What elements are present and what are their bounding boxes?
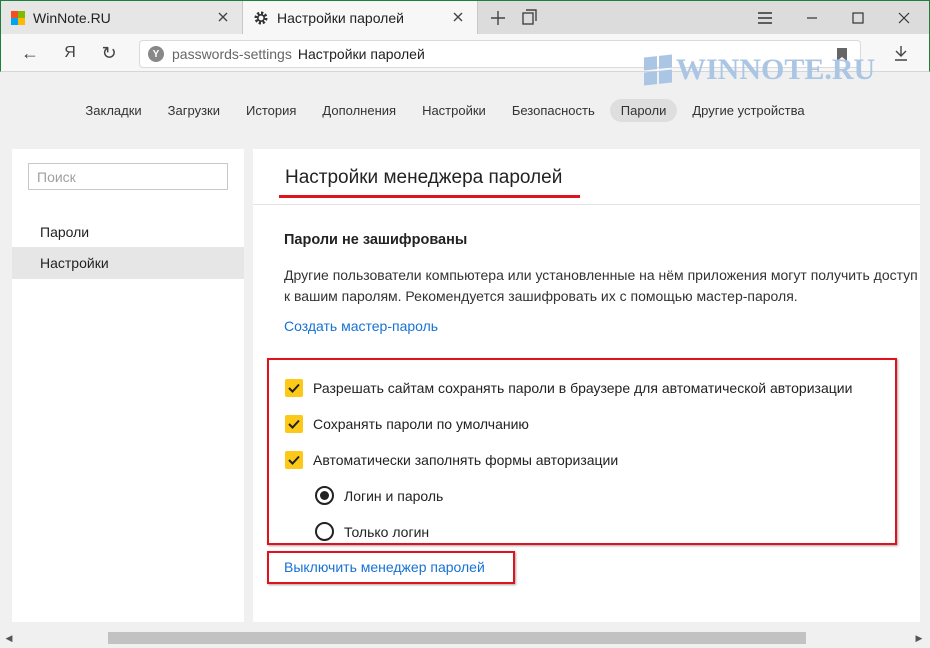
tab-settings[interactable]: Настройки [411,99,497,122]
radio-login-and-password[interactable]: Логин и пароль [315,486,443,505]
yandex-badge-icon: Y [148,46,164,62]
horizontal-scrollbar[interactable]: ◀ ▶ [0,630,930,648]
settings-nav: Закладки Загрузки История Дополнения Нас… [0,72,930,148]
checkbox-label: Сохранять пароли по умолчанию [313,416,529,432]
tab-title: Настройки паролей [277,10,404,26]
checkmark-icon [288,455,300,465]
tab-downloads[interactable]: Загрузки [157,99,231,122]
radio-button[interactable] [315,522,334,541]
windows-logo-icon [11,10,25,25]
close-window-icon[interactable] [881,1,927,34]
sidebar: Пароли Настройки [12,149,244,622]
checkmark-icon [288,383,300,393]
checkmark-icon [288,419,300,429]
scrollbar-thumb[interactable] [108,632,806,644]
radio-button[interactable] [315,486,334,505]
checkbox-autofill-forms[interactable]: Автоматически заполнять формы авторизаци… [285,451,618,469]
page-title: Настройки менеджера паролей [285,167,563,188]
tab-history[interactable]: История [235,99,307,122]
yandex-icon[interactable]: Я [58,41,82,65]
title-highlight-underline [279,195,580,198]
sidebar-item-passwords[interactable]: Пароли [12,216,244,248]
checkbox[interactable] [285,415,303,433]
tab-extensions[interactable]: Дополнения [311,99,407,122]
back-arrow-icon[interactable]: ← [18,41,42,65]
url-page-title: Настройки паролей [297,46,425,62]
tab-passwords[interactable]: Пароли [609,98,678,122]
radio-login-only[interactable]: Только логин [315,522,429,541]
minimize-icon[interactable] [789,1,835,34]
checkbox[interactable] [285,451,303,469]
tab-bar: WinNote.RU Настройки паролей [0,0,930,35]
maximize-icon[interactable] [835,1,881,34]
tab-security[interactable]: Безопасность [501,99,606,122]
new-tab-plus-icon[interactable] [487,7,509,29]
close-tab-icon[interactable] [216,10,230,24]
section-description: Другие пользователи компьютера или устан… [284,267,918,304]
tabs-menu-icon[interactable] [518,7,540,29]
search-input[interactable] [28,163,228,190]
scroll-left-icon[interactable]: ◀ [3,632,15,644]
reload-icon[interactable]: ↻ [97,41,121,65]
divider [253,204,920,205]
checkbox-label: Автоматически заполнять формы авторизаци… [313,452,619,468]
disable-password-manager-link[interactable]: Выключить менеджер паролей [284,559,485,575]
create-master-password-link[interactable]: Создать мастер-пароль [284,318,438,334]
scroll-right-icon[interactable]: ▶ [913,632,925,644]
radio-label: Логин и пароль [344,487,444,504]
tab-other-devices[interactable]: Другие устройства [681,99,815,122]
checkbox-label: Разрешать сайтам сохранять пароли в брау… [313,380,853,396]
radio-label: Только логин [344,523,430,540]
close-tab-icon[interactable] [451,10,465,24]
checkbox-allow-sites-save[interactable]: Разрешать сайтам сохранять пароли в брау… [285,379,852,397]
tab-winnote[interactable]: WinNote.RU [1,1,242,34]
checkbox[interactable] [285,379,303,397]
sidebar-item-settings[interactable]: Настройки [12,247,244,279]
download-icon[interactable] [889,41,913,65]
checkbox-save-by-default[interactable]: Сохранять пароли по умолчанию [285,415,529,433]
menu-hamburger-icon[interactable] [742,1,788,34]
tab-bookmarks[interactable]: Закладки [74,99,152,122]
radio-dot [320,491,329,500]
main-panel: Настройки менеджера паролей Пароли не за… [253,149,920,622]
tab-title: WinNote.RU [33,9,111,26]
url-host: passwords-settings [172,46,292,62]
tab-password-settings[interactable]: Настройки паролей [242,1,478,35]
gear-icon [254,11,268,25]
section-title: Пароли не зашифрованы [284,232,468,248]
